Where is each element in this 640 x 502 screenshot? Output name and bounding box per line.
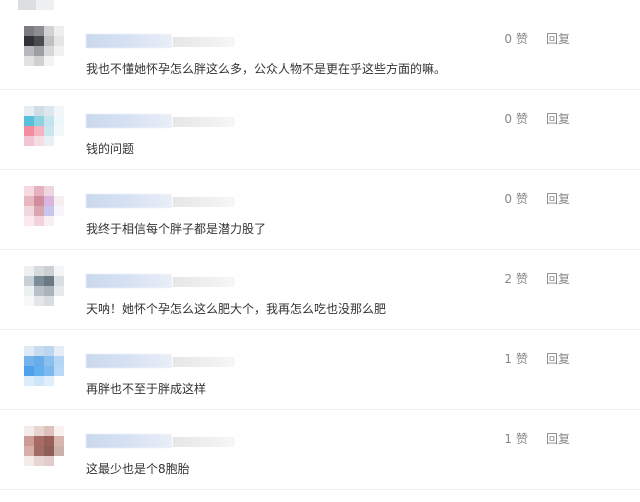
- comment-item: 我终于相信每个胖子都是潜力股了 0 赞 回复: [0, 170, 640, 250]
- comment-list: 我也不懂她怀孕怎么胖这么多，公众人物不是更在乎这些方面的嘛。 0 赞 回复 钱的…: [0, 10, 640, 490]
- avatar[interactable]: [24, 346, 64, 386]
- comment-actions: 0 赞 回复: [504, 191, 570, 207]
- blurred-meta: [173, 197, 235, 207]
- blurred-username: [86, 274, 172, 288]
- comment-text: 天呐！她怀个孕怎么这么肥大个，我再怎么吃也没那么肥: [86, 302, 387, 316]
- reply-button[interactable]: 回复: [546, 111, 570, 127]
- like-button[interactable]: 0 赞: [504, 191, 528, 207]
- blurred-username: [86, 194, 172, 208]
- like-label: 赞: [515, 112, 528, 126]
- like-button[interactable]: 1 赞: [504, 351, 528, 367]
- comment-text: 钱的问题: [86, 142, 135, 156]
- like-count: 0: [504, 192, 512, 206]
- avatar[interactable]: [24, 186, 64, 226]
- reply-button[interactable]: 回复: [546, 271, 570, 287]
- blurred-meta: [173, 357, 235, 367]
- comment-actions: 0 赞 回复: [504, 31, 570, 47]
- like-label: 赞: [515, 352, 528, 366]
- blurred-meta: [173, 117, 235, 127]
- comment-text: 我终于相信每个胖子都是潜力股了: [86, 222, 267, 236]
- comment-item: 我也不懂她怀孕怎么胖这么多，公众人物不是更在乎这些方面的嘛。 0 赞 回复: [0, 10, 640, 90]
- like-button[interactable]: 2 赞: [504, 271, 528, 287]
- like-button[interactable]: 1 赞: [504, 431, 528, 447]
- avatar[interactable]: [24, 26, 64, 66]
- comment-actions: 1 赞 回复: [504, 431, 570, 447]
- blurred-username: [86, 34, 172, 48]
- comment-actions: 0 赞 回复: [504, 111, 570, 127]
- like-count: 1: [504, 352, 512, 366]
- like-button[interactable]: 0 赞: [504, 31, 528, 47]
- like-label: 赞: [515, 272, 528, 286]
- blurred-meta: [173, 437, 235, 447]
- like-button[interactable]: 0 赞: [504, 111, 528, 127]
- comment-item: 再胖也不至于胖成这样 1 赞 回复: [0, 330, 640, 410]
- avatar[interactable]: [24, 266, 64, 306]
- comment-item: 这最少也是个8胞胎 1 赞 回复: [0, 410, 640, 490]
- reply-button[interactable]: 回复: [546, 351, 570, 367]
- blurred-username: [86, 354, 172, 368]
- like-count: 0: [504, 32, 512, 46]
- like-count: 2: [504, 272, 512, 286]
- comment-actions: 1 赞 回复: [504, 351, 570, 367]
- avatar[interactable]: [24, 426, 64, 466]
- blurred-username: [86, 434, 172, 448]
- like-label: 赞: [515, 432, 528, 446]
- reply-button[interactable]: 回复: [546, 31, 570, 47]
- comment-item: 天呐！她怀个孕怎么这么肥大个，我再怎么吃也没那么肥 2 赞 回复: [0, 250, 640, 330]
- like-count: 1: [504, 432, 512, 446]
- avatar[interactable]: [24, 106, 64, 146]
- top-avatar-fragment: [18, 0, 54, 10]
- blurred-username: [86, 114, 172, 128]
- like-label: 赞: [515, 192, 528, 206]
- comment-text: 我也不懂她怀孕怎么胖这么多，公众人物不是更在乎这些方面的嘛。: [86, 62, 447, 76]
- like-label: 赞: [515, 32, 528, 46]
- reply-button[interactable]: 回复: [546, 191, 570, 207]
- reply-button[interactable]: 回复: [546, 431, 570, 447]
- comment-actions: 2 赞 回复: [504, 271, 570, 287]
- like-count: 0: [504, 112, 512, 126]
- blurred-meta: [173, 37, 235, 47]
- comment-text: 再胖也不至于胖成这样: [86, 382, 207, 396]
- comment-item: 钱的问题 0 赞 回复: [0, 90, 640, 170]
- comment-text: 这最少也是个8胞胎: [86, 462, 190, 476]
- blurred-meta: [173, 277, 235, 287]
